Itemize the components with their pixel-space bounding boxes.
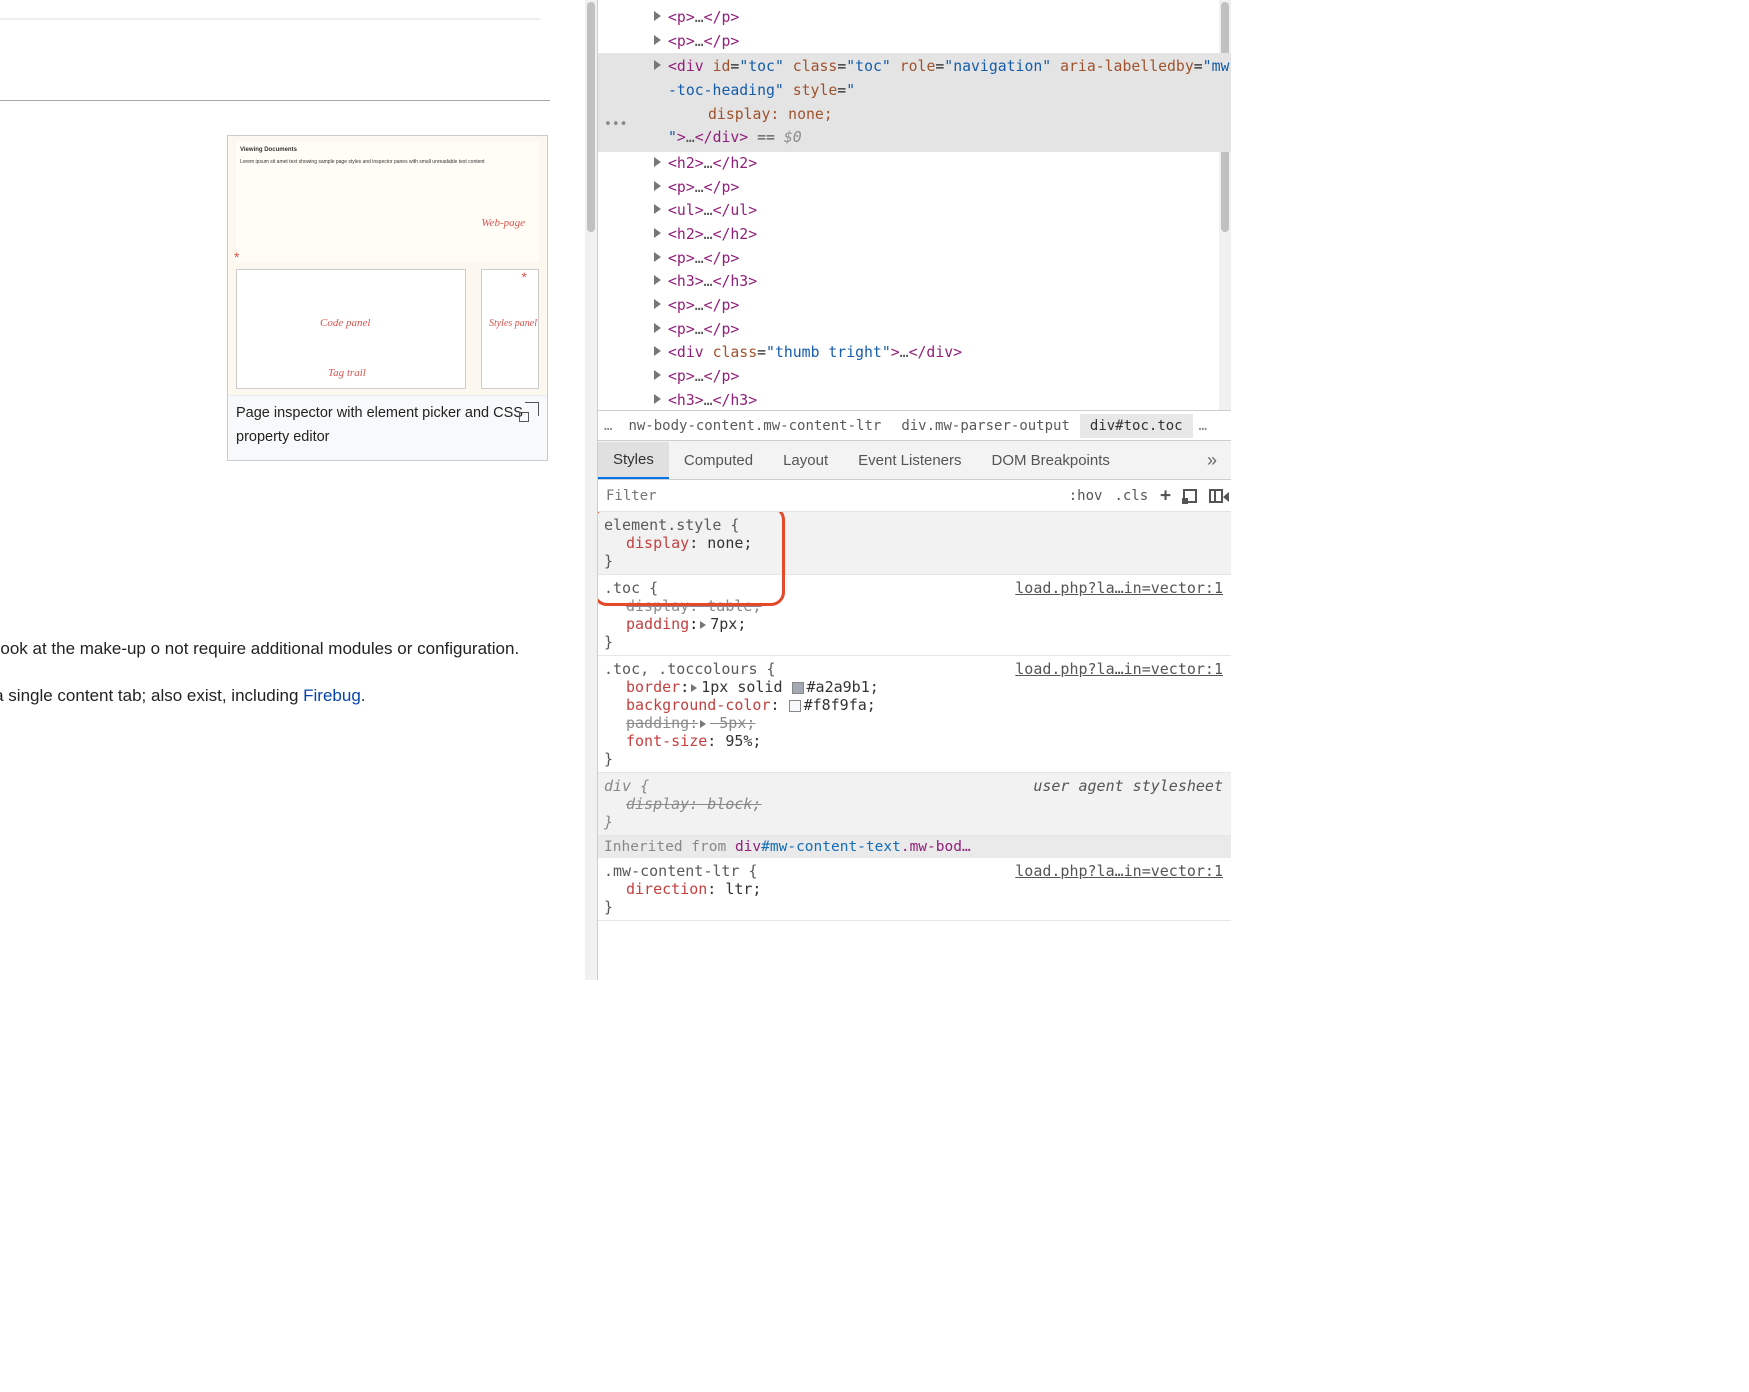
dom-node[interactable]: <div class="thumb tright">…</div> <box>598 341 1231 365</box>
expand-icon[interactable] <box>654 275 661 285</box>
inherited-separator: Inherited from div#mw-content-text.mw-bo… <box>598 836 1231 858</box>
filter-input[interactable] <box>598 488 718 504</box>
rule-element-style[interactable]: element.style { display: none; } <box>598 512 1231 575</box>
expand-icon[interactable] <box>654 11 661 21</box>
dom-node[interactable]: <p>…</p> <box>598 318 1231 342</box>
dom-tree[interactable]: <p>…</p> <p>…</p> ••• <div id="toc" clas… <box>598 0 1231 410</box>
class-toggle[interactable]: .cls <box>1114 488 1148 504</box>
inline-style: display: none; <box>708 106 833 123</box>
thumbnail-image[interactable]: Viewing DocumentsLorem ipsum sit amet te… <box>228 136 547 396</box>
color-swatch[interactable] <box>789 700 801 712</box>
rule-source-link[interactable]: load.php?la…in=vector:1 <box>1015 579 1223 597</box>
tab-event-listeners[interactable]: Event Listeners <box>843 443 976 478</box>
styles-tabs: Styles Computed Layout Event Listeners D… <box>598 440 1231 480</box>
hover-toggle[interactable]: :hov <box>1069 488 1103 504</box>
tabs-overflow-icon[interactable]: » <box>1193 450 1231 471</box>
link-firebug[interactable]: Firebug <box>303 686 361 705</box>
dom-node[interactable]: <h3>…</h3> <box>598 389 1231 410</box>
overflow-indicator-icon[interactable]: ••• <box>604 115 627 136</box>
new-rule-icon[interactable]: + <box>1160 485 1171 506</box>
expand-icon[interactable] <box>654 394 661 404</box>
paragraph: Tools (as of version 8)[8][9] <box>0 750 548 778</box>
rule-div-ua[interactable]: user agent stylesheet div { display: blo… <box>598 773 1231 836</box>
rule-toccolours[interactable]: load.php?la…in=vector:1 .toc, .toccolour… <box>598 656 1231 773</box>
console-ref: $0 <box>784 129 802 146</box>
expand-icon[interactable] <box>654 204 661 214</box>
expand-icon[interactable] <box>654 370 661 380</box>
expand-icon[interactable] <box>654 252 661 262</box>
paragraph: at allow web designers and developers to… <box>0 635 548 663</box>
expand-icon[interactable] <box>654 299 661 309</box>
dom-node[interactable]: <h2>…</h2> <box>598 223 1231 247</box>
breadcrumb-item[interactable]: nw-body-content.mw-content-ltr <box>618 414 891 438</box>
dom-node[interactable]: <p>…</p> <box>598 247 1231 271</box>
dom-node[interactable]: <p>…</p> <box>598 30 1231 54</box>
rule-source-link[interactable]: load.php?la…in=vector:1 <box>1015 660 1223 678</box>
breadcrumb-item[interactable]: div.mw-parser-output <box>891 414 1080 438</box>
expand-icon[interactable] <box>654 323 661 333</box>
dom-node[interactable]: <ul>…</ul> <box>598 199 1231 223</box>
thumb-label-webpage: Web-page <box>481 214 525 232</box>
enlarge-icon[interactable] <box>525 402 539 416</box>
thumbnail: Viewing DocumentsLorem ipsum sit amet te… <box>227 135 548 461</box>
rule-source-link[interactable]: load.php?la…in=vector:1 <box>1015 862 1223 880</box>
device-toolbar-icon[interactable] <box>1183 489 1197 503</box>
breadcrumb-item-selected[interactable]: div#toc.toc <box>1080 414 1193 438</box>
breadcrumb: … nw-body-content.mw-content-ltr div.mw-… <box>598 410 1231 440</box>
styles-filter-bar: :hov .cls + <box>598 480 1231 512</box>
expand-icon[interactable] <box>654 346 661 356</box>
thumb-label-tag: Tag trail <box>328 364 366 382</box>
tab-layout[interactable]: Layout <box>768 443 843 478</box>
dom-node[interactable]: <h2>…</h2> <box>598 152 1231 176</box>
expand-icon[interactable] <box>654 35 661 45</box>
breadcrumb-overflow[interactable]: … <box>1193 414 1213 438</box>
expand-shorthand-icon[interactable] <box>700 720 706 728</box>
dom-node[interactable]: <p>…</p> <box>598 176 1231 200</box>
dom-node[interactable]: <p>…</p> <box>598 294 1231 318</box>
color-swatch[interactable] <box>792 682 804 694</box>
expand-shorthand-icon[interactable] <box>700 621 706 629</box>
devtools-pane: <p>…</p> <p>…</p> ••• <div id="toc" clas… <box>597 0 1231 980</box>
rule-toc[interactable]: load.php?la…in=vector:1 .toc { display: … <box>598 575 1231 656</box>
expand-shorthand-icon[interactable] <box>691 684 697 692</box>
paragraph: irefox 4).[4][5] The Web Console applies… <box>0 682 548 710</box>
expand-icon[interactable] <box>654 228 661 238</box>
tab-computed[interactable]: Computed <box>669 443 768 478</box>
breadcrumb-overflow[interactable]: … <box>598 414 618 438</box>
dom-node-selected[interactable]: ••• <div id="toc" class="toc" role="navi… <box>598 53 1231 152</box>
style-rules: element.style { display: none; } load.ph… <box>598 512 1231 980</box>
expand-icon[interactable] <box>654 181 661 191</box>
rule-mw-content-ltr[interactable]: load.php?la…in=vector:1 .mw-content-ltr … <box>598 858 1231 921</box>
thumb-label-code: Code panel <box>320 314 370 332</box>
thumb-label-styles: Styles panel <box>489 316 537 333</box>
dom-node[interactable]: <p>…</p> <box>598 6 1231 30</box>
tab-styles[interactable]: Styles <box>598 442 669 479</box>
thumbnail-caption: Page inspector with element picker and C… <box>236 405 523 445</box>
tab-dom-breakpoints[interactable]: DOM Breakpoints <box>977 443 1125 478</box>
expand-icon[interactable] <box>654 60 661 70</box>
dom-node[interactable]: <p>…</p> <box>598 365 1231 389</box>
expand-icon[interactable] <box>654 157 661 167</box>
article-pane: Viewing DocumentsLorem ipsum sit amet te… <box>0 0 597 980</box>
rule-source-ua: user agent stylesheet <box>1033 777 1223 795</box>
dom-node[interactable]: <h3>…</h3> <box>598 270 1231 294</box>
toggle-sidebar-icon[interactable] <box>1209 489 1223 503</box>
